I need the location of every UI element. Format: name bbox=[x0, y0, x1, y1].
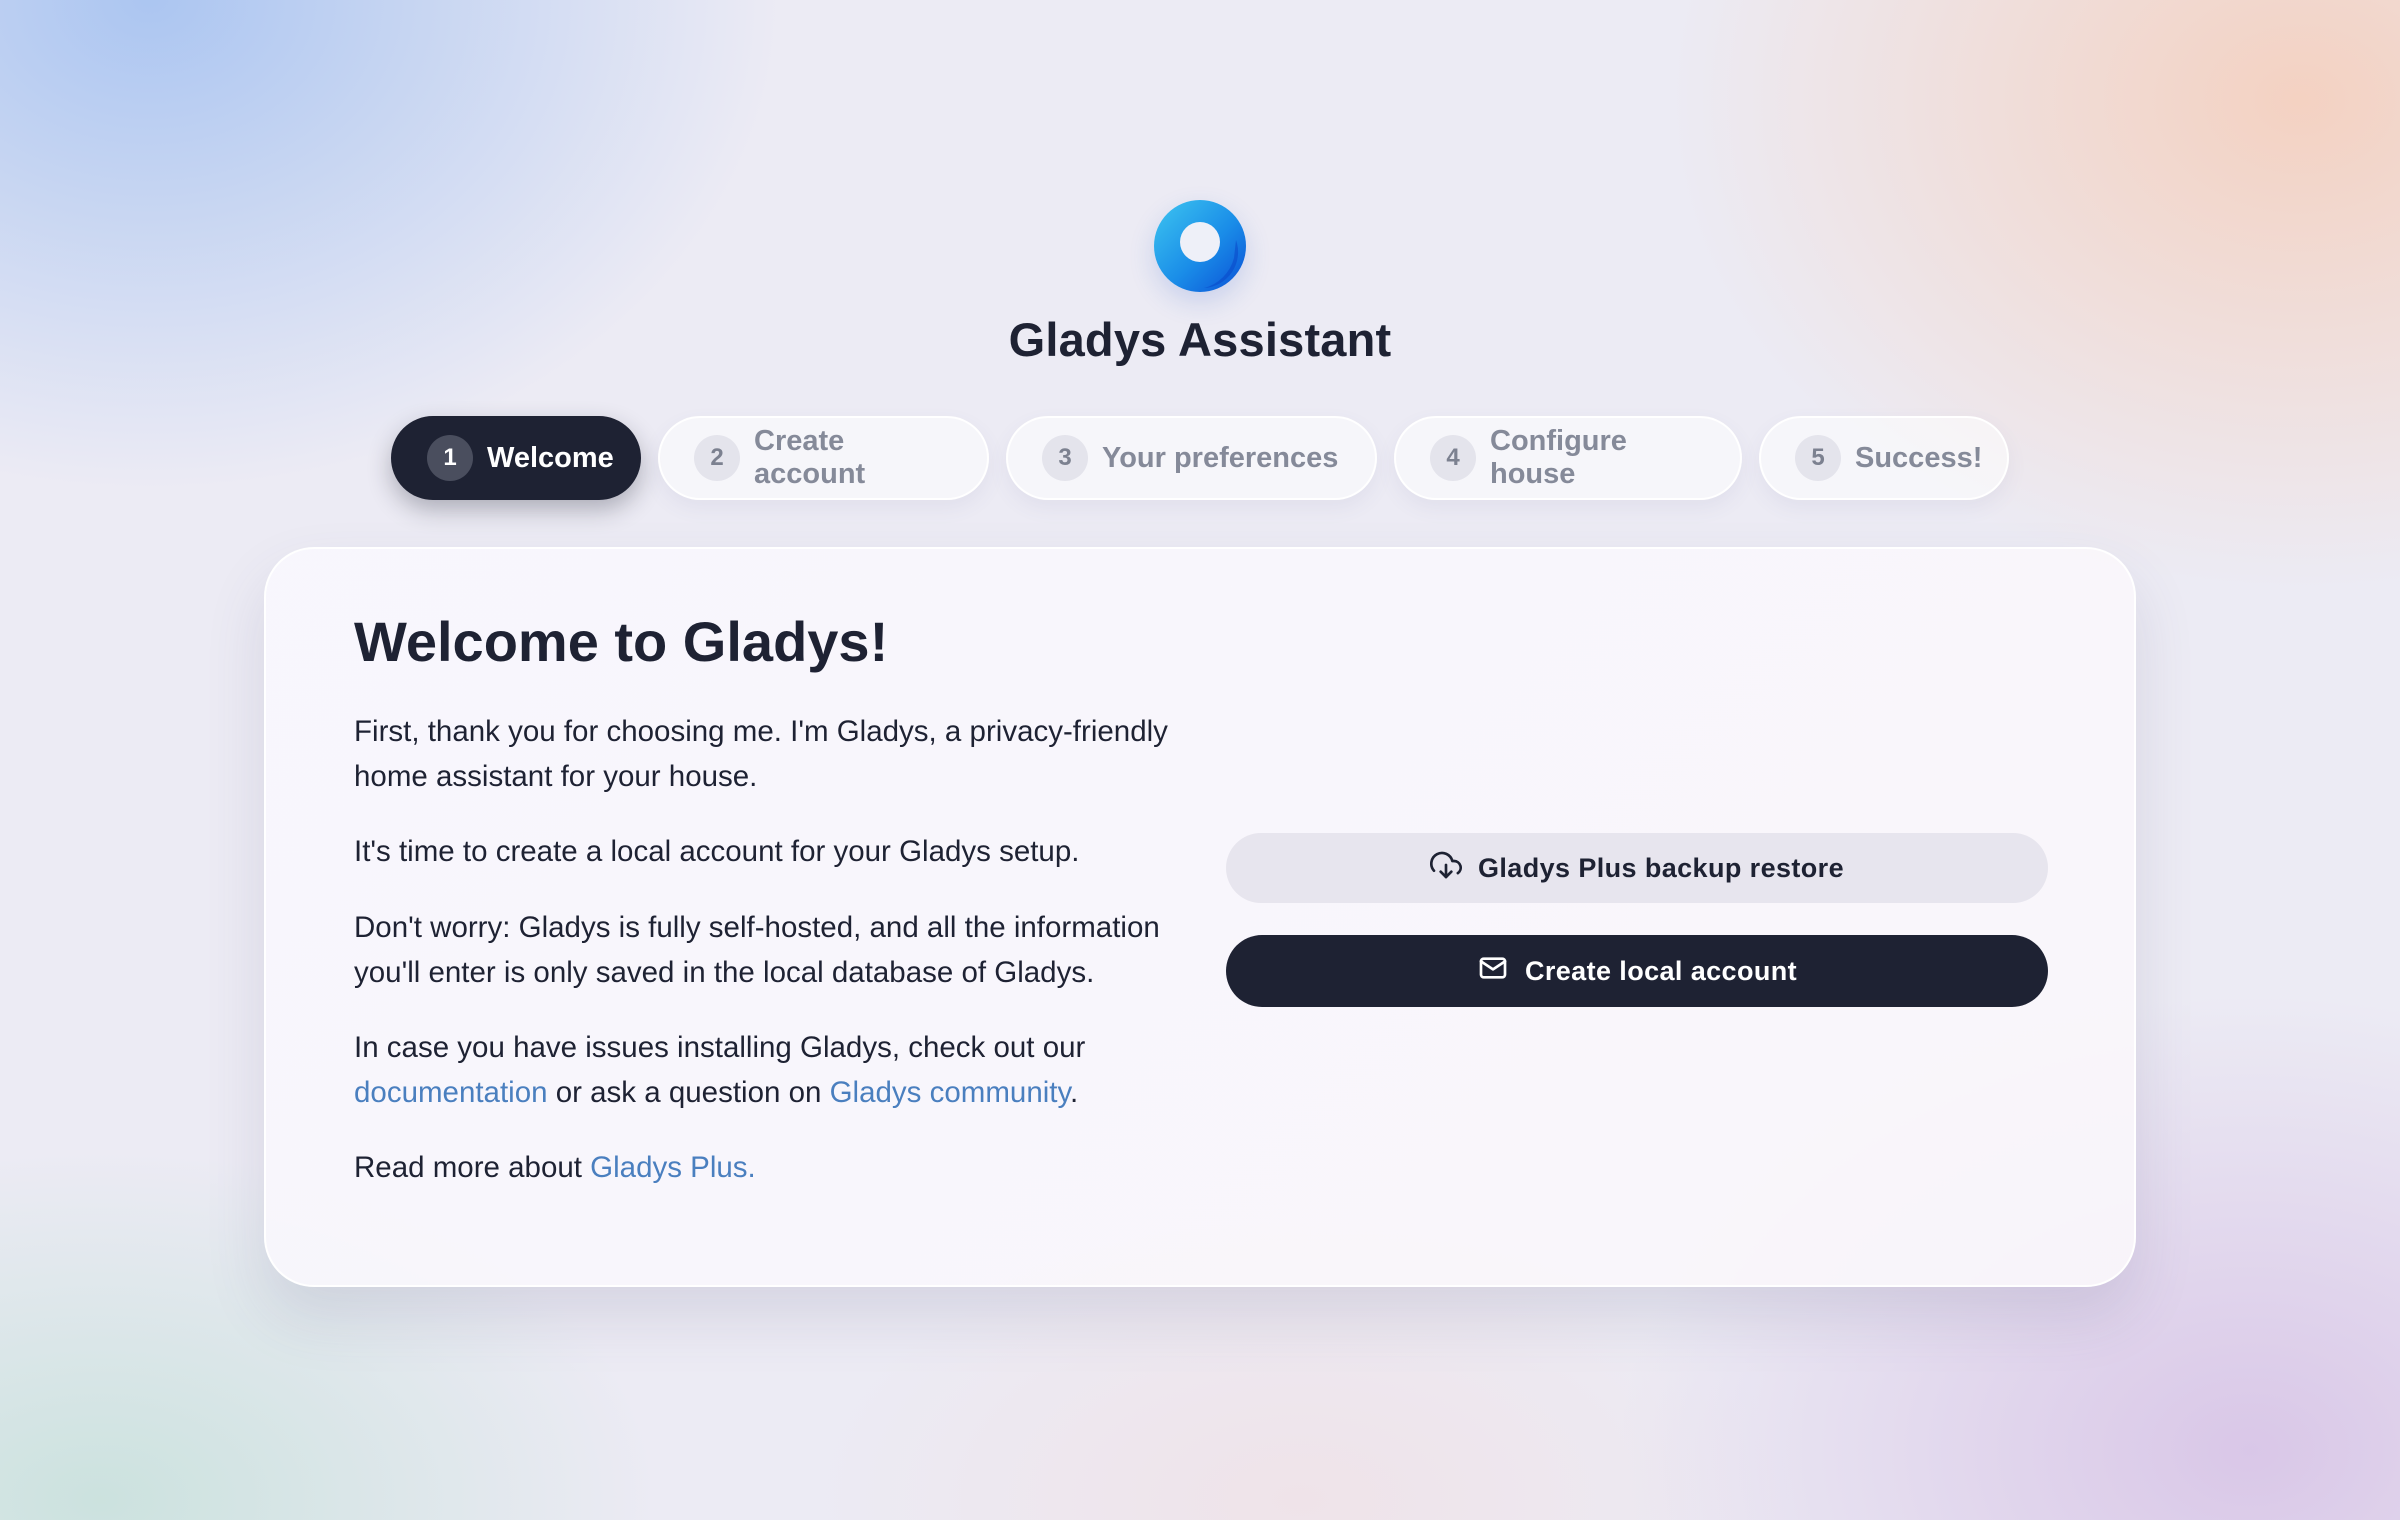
documentation-link[interactable]: documentation bbox=[354, 1076, 548, 1109]
step-number: 3 bbox=[1042, 435, 1088, 481]
step-create-account[interactable]: 2 Create account bbox=[658, 416, 989, 500]
step-number: 5 bbox=[1795, 435, 1841, 481]
help-text-suffix: . bbox=[1070, 1076, 1079, 1109]
step-your-preferences[interactable]: 3 Your preferences bbox=[1006, 416, 1377, 500]
create-button-label: Create local account bbox=[1524, 955, 1798, 986]
welcome-card: Welcome to Gladys! First, thank you for … bbox=[264, 547, 2136, 1287]
restore-button-label: Gladys Plus backup restore bbox=[1477, 852, 1845, 883]
step-label: Your preferences bbox=[1102, 441, 1339, 474]
step-number: 4 bbox=[1430, 435, 1476, 481]
gladys-ring-logo-icon bbox=[1154, 200, 1246, 292]
plus-text-prefix: Read more about bbox=[354, 1151, 591, 1184]
privacy-paragraph: Don't worry: Gladys is fully self-hosted… bbox=[354, 911, 1160, 989]
welcome-text: First, thank you for choosing me. I'm Gl… bbox=[354, 709, 1194, 1220]
step-label: Welcome bbox=[487, 441, 614, 474]
actions: Gladys Plus backup restore Create local … bbox=[1226, 833, 2050, 1007]
step-success[interactable]: 5 Success! bbox=[1759, 416, 2009, 500]
local-account-paragraph: It's time to create a local account for … bbox=[354, 835, 1080, 868]
create-local-account-button[interactable]: Create local account bbox=[1226, 935, 2048, 1007]
gladys-plus-link[interactable]: Gladys Plus. bbox=[590, 1151, 756, 1184]
step-number: 1 bbox=[427, 435, 473, 481]
gladys-logo bbox=[1154, 200, 1246, 292]
mail-icon bbox=[1477, 952, 1509, 984]
cloud-download-icon bbox=[1429, 849, 1462, 881]
setup-stepper: 1 Welcome 2 Create account 3 Your prefer… bbox=[0, 416, 2400, 500]
step-label: Success! bbox=[1855, 441, 1983, 474]
app-title: Gladys Assistant bbox=[1008, 313, 1392, 366]
card-title: Welcome to Gladys! bbox=[354, 610, 889, 673]
help-text-middle: or ask a question on bbox=[547, 1076, 830, 1109]
step-configure-house[interactable]: 4 Configure house bbox=[1394, 416, 1742, 500]
help-text-prefix: In case you have issues installing Glady… bbox=[354, 1031, 1086, 1064]
gladys-plus-backup-restore-button[interactable]: Gladys Plus backup restore bbox=[1226, 833, 2048, 903]
step-label: Create account bbox=[754, 425, 866, 490]
step-number: 2 bbox=[694, 435, 740, 481]
help-paragraph: In case you have issues installing Glady… bbox=[354, 1025, 1194, 1115]
gladys-plus-paragraph: Read more about Gladys Plus. bbox=[354, 1145, 1194, 1190]
step-label: Configure house bbox=[1490, 425, 1627, 490]
step-welcome[interactable]: 1 Welcome bbox=[391, 416, 641, 500]
intro-paragraph: First, thank you for choosing me. I'm Gl… bbox=[354, 715, 1168, 793]
gladys-community-link[interactable]: Gladys community bbox=[830, 1076, 1070, 1109]
